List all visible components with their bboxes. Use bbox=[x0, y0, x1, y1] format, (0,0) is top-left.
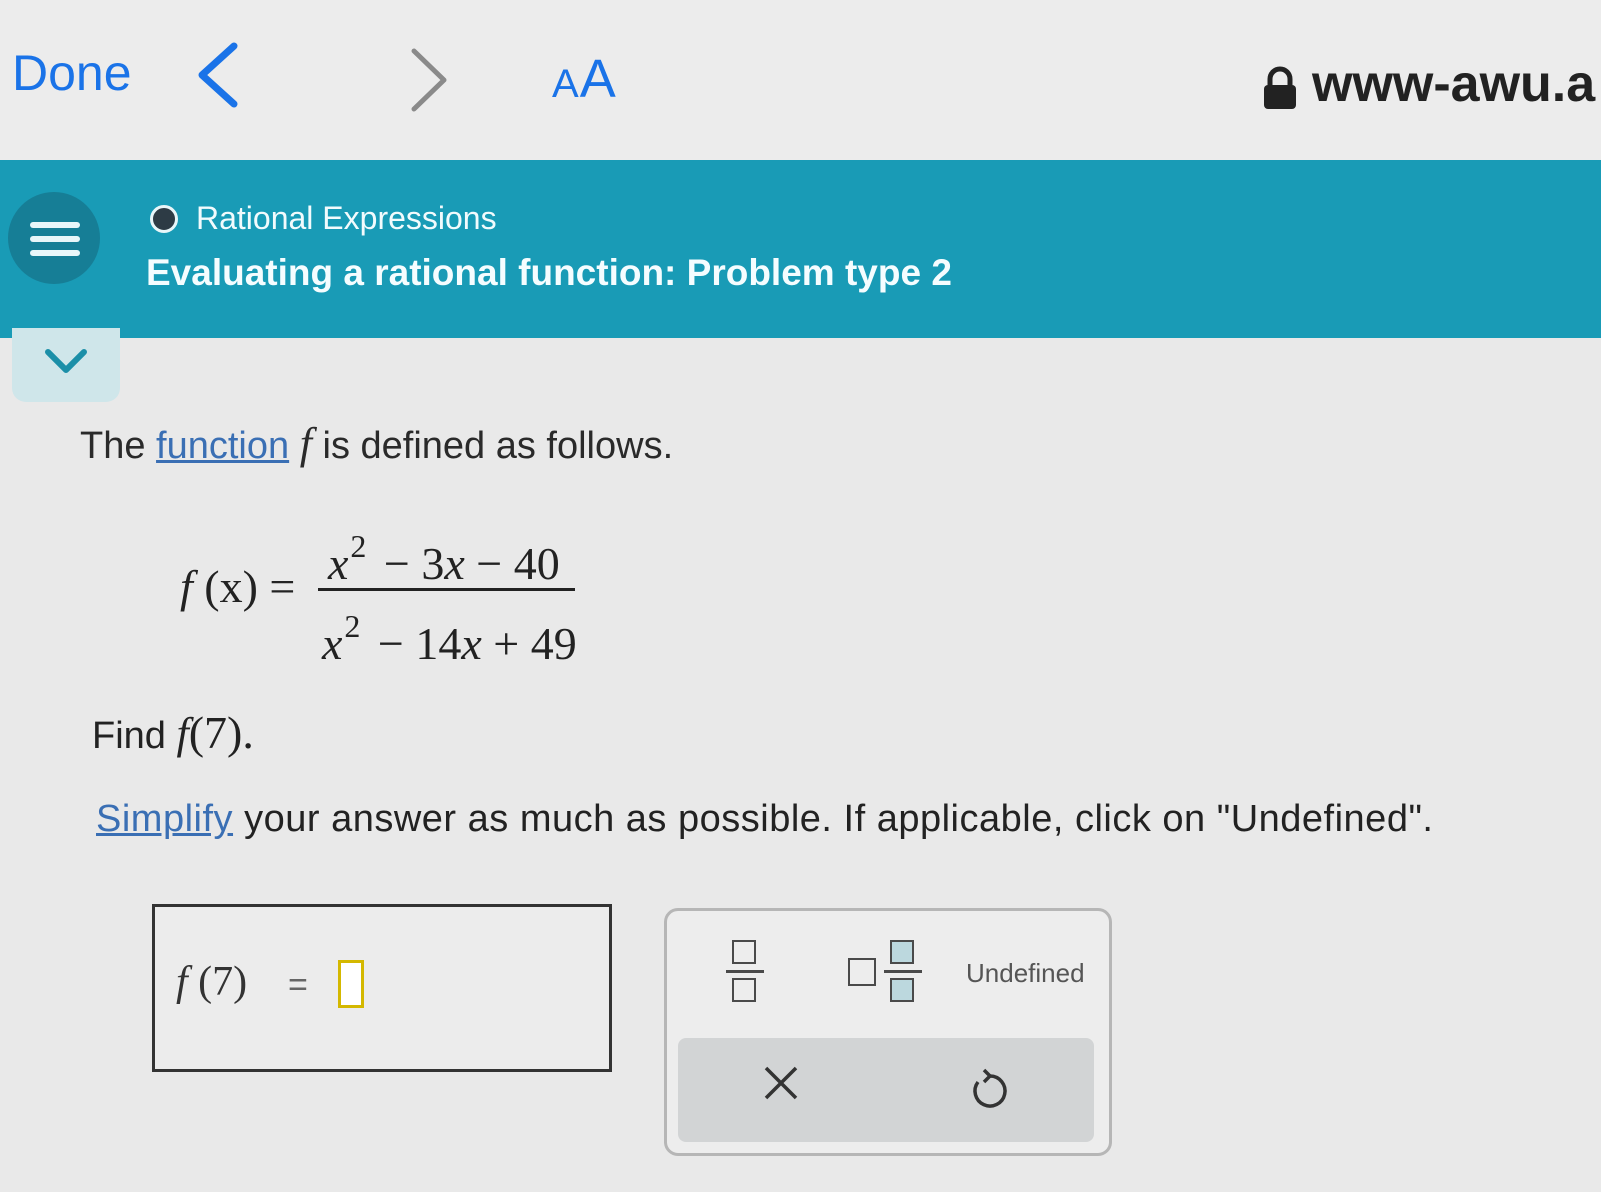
mixed-whole-box bbox=[848, 958, 876, 986]
chevron-down-icon bbox=[45, 349, 87, 373]
simplify-instruction: Simplify your answer as much as possible… bbox=[96, 798, 1434, 841]
chevron-right-icon[interactable] bbox=[400, 45, 460, 115]
fraction-key[interactable] bbox=[724, 936, 768, 1006]
lhs-function-name: f bbox=[180, 561, 193, 612]
problem-title: Evaluating a rational function: Problem … bbox=[146, 252, 952, 293]
numerator-exponent: 2 bbox=[350, 528, 367, 564]
fraction-numerator-box bbox=[732, 940, 756, 964]
answer-input[interactable] bbox=[338, 960, 364, 1008]
done-button[interactable]: Done bbox=[12, 44, 132, 102]
problem-statement: The function f is defined as follows. bbox=[80, 418, 673, 469]
equation-lhs: f (x) = bbox=[180, 560, 295, 613]
chevron-left-icon[interactable] bbox=[190, 40, 250, 110]
keypad-action-bar bbox=[678, 1038, 1094, 1142]
mixed-denominator-box bbox=[890, 978, 914, 1002]
topic-progress-dot bbox=[150, 205, 178, 233]
text-size-large-glyph: A bbox=[579, 49, 617, 109]
answer-label: f (7) bbox=[176, 958, 247, 1006]
numerator-term1: − 3 bbox=[383, 538, 445, 589]
denominator-term2: + 49 bbox=[493, 618, 577, 669]
text-size-small-glyph: A bbox=[552, 62, 580, 106]
numerator-term2: − 40 bbox=[476, 538, 560, 589]
answer-equals: = bbox=[288, 966, 308, 1004]
denominator-x: x bbox=[322, 618, 343, 669]
numerator: x2 − 3x − 40 bbox=[328, 528, 560, 590]
mixed-numerator-box bbox=[890, 940, 914, 964]
denominator: x2 − 14x + 49 bbox=[322, 608, 577, 670]
simplify-link[interactable]: Simplify bbox=[96, 798, 233, 840]
address-bar-url[interactable]: www-awu.a bbox=[1312, 54, 1595, 114]
answer-argument: (7) bbox=[198, 959, 248, 1005]
mixed-number-key[interactable] bbox=[846, 936, 926, 1006]
denominator-x2: x bbox=[461, 618, 482, 669]
lesson-header bbox=[0, 160, 1601, 338]
clear-icon[interactable] bbox=[762, 1064, 800, 1102]
answer-function: f bbox=[176, 959, 188, 1005]
numerator-x2: x bbox=[444, 538, 465, 589]
fraction-denominator-box bbox=[732, 978, 756, 1002]
find-function: f bbox=[176, 709, 189, 758]
menu-icon-line bbox=[30, 250, 80, 256]
undefined-button[interactable]: Undefined bbox=[966, 958, 1085, 989]
menu-button[interactable] bbox=[8, 192, 100, 284]
fraction-bar bbox=[318, 588, 575, 591]
denominator-term1: − 14 bbox=[377, 618, 462, 669]
statement-prefix: The bbox=[80, 425, 146, 467]
lock-icon bbox=[1264, 66, 1296, 109]
find-argument: (7). bbox=[188, 707, 254, 758]
undo-icon[interactable] bbox=[968, 1066, 1012, 1112]
statement-suffix: is defined as follows. bbox=[322, 425, 674, 467]
find-instruction: Find f(7). bbox=[92, 706, 254, 759]
simplify-text: your answer as much as possible. If appl… bbox=[244, 798, 1434, 840]
topic-name: Rational Expressions bbox=[196, 200, 497, 236]
function-symbol: f bbox=[299, 419, 312, 468]
denominator-exponent: 2 bbox=[344, 608, 361, 644]
menu-icon-line bbox=[30, 222, 80, 228]
collapse-toggle[interactable] bbox=[12, 328, 120, 402]
menu-icon-line bbox=[30, 236, 80, 242]
text-size-button[interactable]: AA bbox=[552, 48, 617, 110]
lhs-argument: (x) = bbox=[204, 561, 296, 612]
numerator-x: x bbox=[328, 538, 349, 589]
mixed-key-bar bbox=[884, 970, 922, 973]
find-label: Find bbox=[92, 715, 166, 757]
function-link[interactable]: function bbox=[156, 425, 289, 467]
fraction-key-bar bbox=[726, 970, 764, 973]
